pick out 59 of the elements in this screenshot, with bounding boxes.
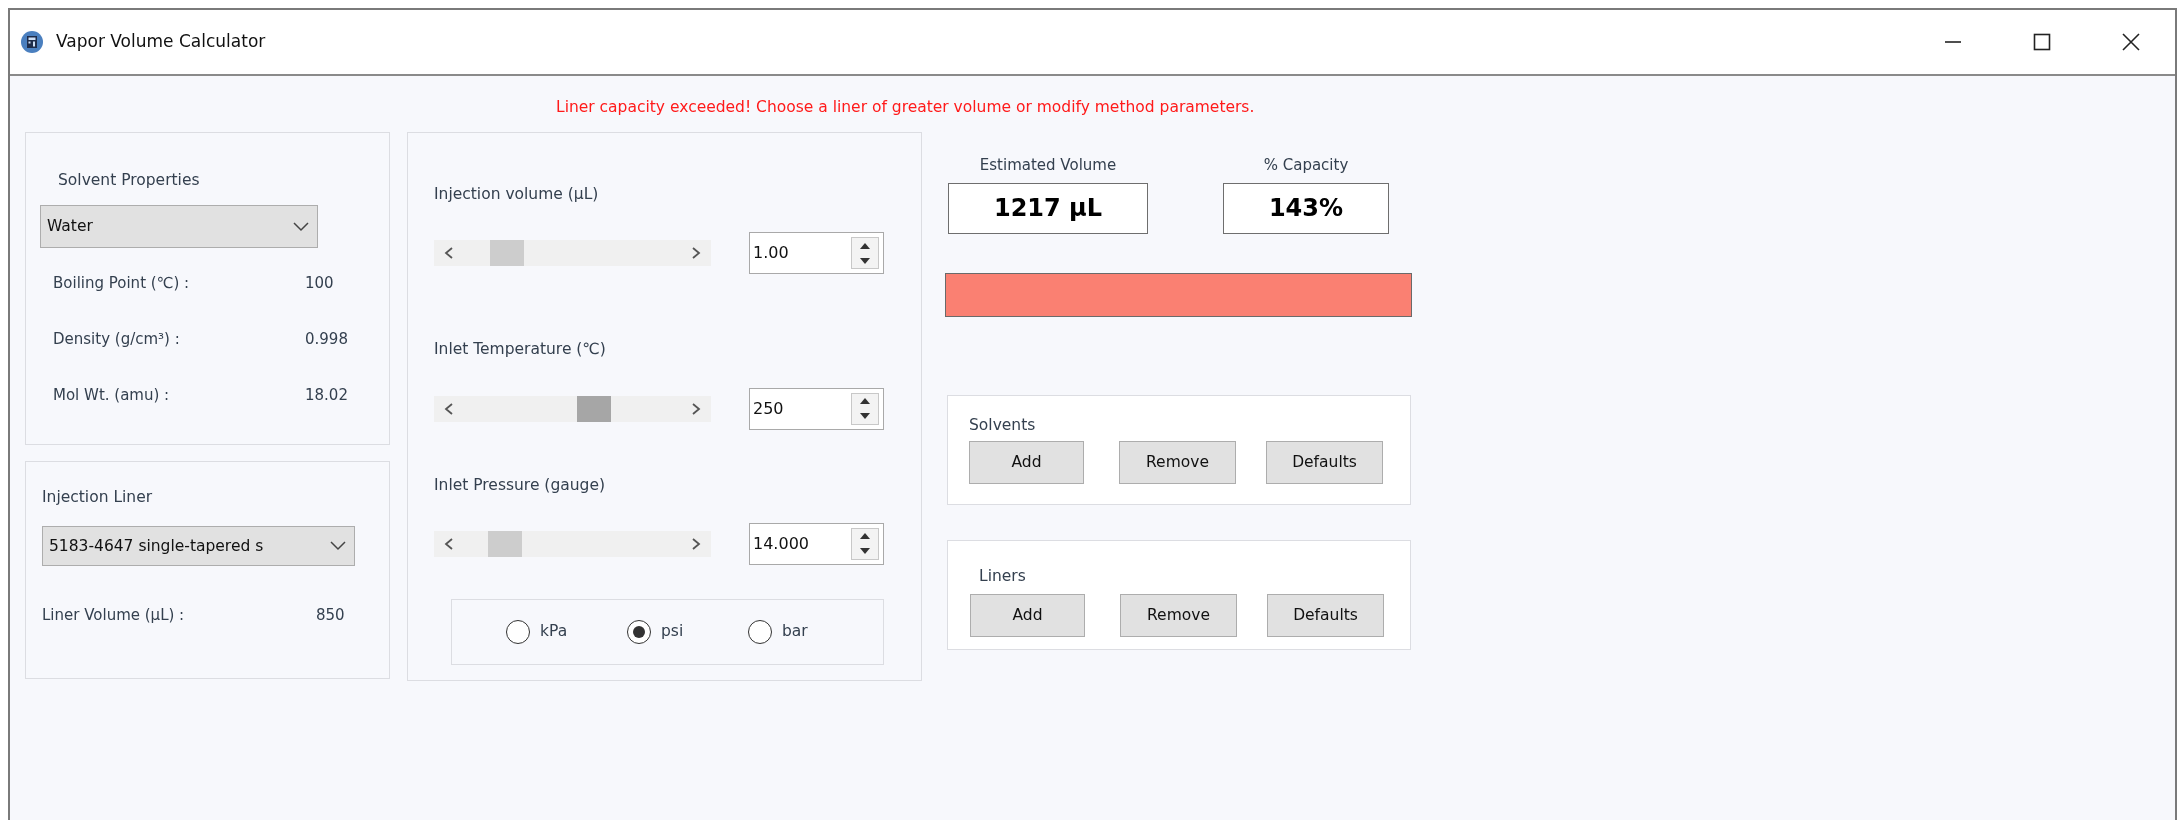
panel-title: Injection Liner [42, 487, 154, 508]
maximize-icon [2031, 32, 2052, 52]
action-button[interactable]: Remove [1119, 440, 1236, 484]
spin-up-icon[interactable] [859, 532, 871, 541]
action-button[interactable]: Add [969, 440, 1084, 484]
property-label: Boiling Point (℃) : [53, 273, 191, 295]
dropdown[interactable]: 5183-4647 single-tapered s [42, 526, 355, 567]
calculator-icon [20, 30, 44, 54]
radio-button[interactable] [627, 619, 651, 644]
number-spinner[interactable]: 1.00 [749, 232, 884, 275]
radio-button[interactable] [506, 619, 530, 644]
property-value: 0.998 [305, 329, 348, 351]
number-field[interactable]: 1.00 [750, 240, 845, 267]
action-button[interactable]: Remove [1120, 593, 1237, 637]
radio-label[interactable]: kPa [540, 620, 568, 644]
scrollbar-slider[interactable] [434, 240, 711, 267]
spin-up-icon[interactable] [859, 241, 871, 250]
warning-message: Liner capacity exceeded! Choose a liner of greater volume or modify method parameters. [556, 98, 1255, 116]
minimize-icon [1944, 41, 1961, 43]
parameter-label: Inlet Pressure (gauge) [434, 474, 606, 496]
action-button[interactable]: Defaults [1267, 593, 1384, 637]
scrollbar-slider[interactable] [434, 395, 711, 422]
number-spinner[interactable]: 14.000 [749, 522, 884, 565]
panel-title: Solvent Properties [58, 170, 201, 191]
result-label: Estimated Volume [979, 156, 1117, 174]
slider-thumb[interactable] [489, 240, 524, 267]
slider-thumb[interactable] [487, 530, 522, 557]
parameter-label: Inlet Temperature (℃) [434, 339, 607, 361]
action-button[interactable]: Defaults [1266, 440, 1383, 484]
number-field[interactable]: 14.000 [750, 530, 845, 557]
parameter-label: Injection volume (µL) [434, 184, 600, 205]
property-value: 18.02 [305, 385, 348, 407]
radio-button[interactable] [748, 619, 772, 644]
scrollbar-slider[interactable] [434, 530, 711, 557]
spin-down-icon[interactable] [859, 412, 871, 420]
slider-thumb[interactable] [577, 395, 612, 422]
spin-up-icon[interactable] [859, 397, 871, 405]
radio-label[interactable]: bar [782, 620, 808, 644]
chevron-down-icon [330, 541, 346, 552]
result-value: 1217 µL [948, 182, 1148, 234]
dropdown[interactable]: Water [40, 205, 318, 249]
property-label: Liner Volume (µL) : [42, 605, 186, 627]
close-icon [2120, 32, 2141, 52]
window-title: Vapor Volume Calculator [56, 30, 266, 54]
chevron-down-icon [293, 221, 309, 232]
group-title: Solvents [969, 414, 1037, 436]
action-button[interactable]: Add [970, 593, 1085, 637]
property-label: Mol Wt. (amu) : [53, 385, 171, 407]
property-label: Density (g/cm³) : [53, 329, 181, 351]
property-value: 850 [316, 605, 345, 627]
number-spinner[interactable]: 250 [749, 387, 884, 430]
group-title: Liners [979, 565, 1027, 587]
radio-label[interactable]: psi [661, 620, 684, 644]
result-value: 143% [1223, 182, 1389, 234]
result-label: % Capacity [1263, 156, 1349, 174]
spin-down-icon[interactable] [859, 547, 871, 556]
property-value: 100 [305, 273, 334, 295]
spin-down-icon[interactable] [859, 256, 871, 265]
number-field[interactable]: 250 [750, 395, 845, 422]
